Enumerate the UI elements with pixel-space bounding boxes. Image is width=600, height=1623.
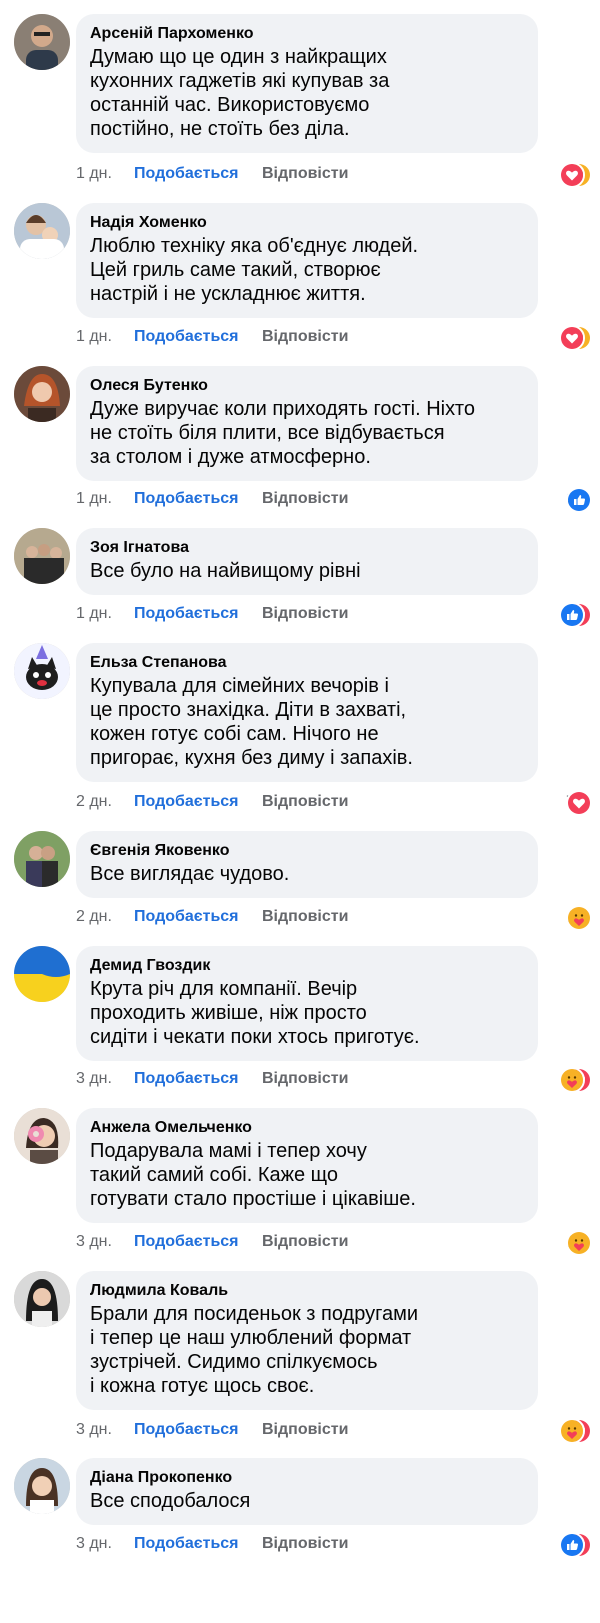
comment-bubble: Євгенія Яковенко Все виглядає чудово.: [76, 831, 538, 898]
reply-button[interactable]: Відповісти: [262, 1067, 348, 1091]
reply-button[interactable]: Відповісти: [262, 1230, 348, 1254]
comment-timestamp[interactable]: 2 дн.: [76, 905, 112, 929]
reply-button[interactable]: Відповісти: [262, 1418, 348, 1442]
care-icon: [566, 1230, 592, 1256]
comment-actions: 1 дн.ПодобаєтьсяВідповісти9: [76, 325, 592, 351]
comment-text: Все сподобалося: [90, 1490, 251, 1512]
comment-author[interactable]: Олеся Бутенко: [90, 376, 524, 395]
comment-actions: 1 дн.ПодобаєтьсяВідповісти3: [76, 602, 592, 628]
like-button[interactable]: Подобається: [134, 602, 239, 626]
reply-button[interactable]: Відповісти: [262, 905, 348, 929]
like-icon: [559, 602, 585, 628]
love-icon: [559, 162, 585, 188]
like-button[interactable]: Подобається: [134, 325, 239, 349]
comment-text: Брали для посиденьок з подругами і тепер…: [90, 1303, 419, 1397]
like-button[interactable]: Подобається: [134, 790, 239, 814]
comment-text: Купувала для сімейних вечорів і це прост…: [90, 675, 413, 769]
comment-timestamp[interactable]: 3 дн.: [76, 1532, 112, 1556]
like-button[interactable]: Подобається: [134, 487, 239, 511]
comment-bubble: Анжела Омельченко Подарувала мамі і тепер…: [76, 1108, 538, 1223]
comment-text: Дуже виручає коли приходять гості. Ніхто…: [90, 398, 475, 468]
comment-author[interactable]: Арсеній Пархоменко: [90, 24, 524, 43]
comment-bubble: Олеся Бутенко Дуже виручає коли приходять…: [76, 366, 538, 481]
like-button[interactable]: Подобається: [134, 1067, 239, 1091]
comments-feed: Арсеній Пархоменко Думаю що це один з най…: [0, 0, 600, 1623]
comment-actions: 2 дн.ПодобаєтьсяВідповісти7: [76, 790, 592, 816]
comment-timestamp[interactable]: 3 дн.: [76, 1418, 112, 1442]
avatar[interactable]: [14, 1458, 70, 1514]
comment-bubble: Ельза Степанова Купувала для сімейних веч…: [76, 643, 538, 782]
comment-bubble: Демид Гвоздик Крута річ для компанії. Веч…: [76, 946, 538, 1061]
like-button[interactable]: Подобається: [134, 162, 239, 186]
comment-actions: 3 дн.ПодобаєтьсяВідповісти5: [76, 1067, 592, 1093]
comment-bubble: Людмила Коваль Брали для посиденьок з под…: [76, 1271, 538, 1410]
comment-actions: 3 дн.ПодобаєтьсяВідповісти10: [76, 1230, 592, 1256]
like-button[interactable]: Подобається: [134, 1418, 239, 1442]
comment-actions: 3 дн.ПодобаєтьсяВідповісти9: [76, 1532, 592, 1558]
like-icon: [566, 487, 592, 513]
avatar[interactable]: [14, 366, 70, 422]
like-button[interactable]: Подобається: [134, 1532, 239, 1556]
comment-author[interactable]: Анжела Омельченко: [90, 1118, 524, 1137]
avatar[interactable]: [14, 203, 70, 259]
reply-button[interactable]: Відповісти: [262, 790, 348, 814]
comment-author[interactable]: Людмила Коваль: [90, 1281, 524, 1300]
avatar[interactable]: [14, 1108, 70, 1164]
reply-button[interactable]: Відповісти: [262, 325, 348, 349]
comment-text: Думаю що це один з найкращих кухонних га…: [90, 46, 390, 140]
comment-author[interactable]: Євгенія Яковенко: [90, 841, 524, 860]
reply-button[interactable]: Відповісти: [262, 162, 348, 186]
care-icon: [559, 1418, 585, 1444]
comment-bubble: Діана Прокопенко Все сподобалося: [76, 1458, 538, 1525]
avatar[interactable]: [14, 946, 70, 1002]
comment-text: Подарувала мамі і тепер хочу такий самий…: [90, 1140, 416, 1210]
love-icon: [559, 325, 585, 351]
avatar[interactable]: [14, 643, 70, 699]
avatar[interactable]: [14, 14, 70, 70]
care-icon: [559, 1067, 585, 1093]
comment-bubble: Зоя Ігнатова Все було на найвищому рівні: [76, 528, 538, 595]
comment-author[interactable]: Надія Хоменко: [90, 213, 524, 232]
comment-timestamp[interactable]: 1 дн.: [76, 162, 112, 186]
avatar[interactable]: [14, 831, 70, 887]
reply-button[interactable]: Відповісти: [262, 1532, 348, 1556]
comment-bubble: Арсеній Пархоменко Думаю що це один з най…: [76, 14, 538, 153]
reply-button[interactable]: Відповісти: [262, 602, 348, 626]
comment-text: Все було на найвищому рівні: [90, 560, 361, 582]
comment-actions: 1 дн.ПодобаєтьсяВідповісти2: [76, 487, 592, 513]
comment-timestamp[interactable]: 1 дн.: [76, 602, 112, 626]
comment-author[interactable]: Демид Гвоздик: [90, 956, 524, 975]
comment-text: Люблю техніку яка об'єднує людей. Цей гр…: [90, 235, 419, 305]
like-icon: [559, 1532, 585, 1558]
comment-timestamp[interactable]: 1 дн.: [76, 325, 112, 349]
comment-author[interactable]: Діана Прокопенко: [90, 1468, 524, 1487]
like-button[interactable]: Подобається: [134, 905, 239, 929]
care-icon: [566, 905, 592, 931]
comment-author[interactable]: Зоя Ігнатова: [90, 538, 524, 557]
comment-actions: 1 дн.ПодобаєтьсяВідповісти4: [76, 162, 592, 188]
comment-author[interactable]: Ельза Степанова: [90, 653, 524, 672]
comment-timestamp[interactable]: 3 дн.: [76, 1067, 112, 1091]
comment-bubble: Надія Хоменко Люблю техніку яка об'єднує …: [76, 203, 538, 318]
comment-timestamp[interactable]: 1 дн.: [76, 487, 112, 511]
like-button[interactable]: Подобається: [134, 1230, 239, 1254]
comment-timestamp[interactable]: 3 дн.: [76, 1230, 112, 1254]
reply-button[interactable]: Відповісти: [262, 487, 348, 511]
comment-text: Крута річ для компанії. Вечір проходить …: [90, 978, 420, 1048]
comment-actions: 3 дн.ПодобаєтьсяВідповісти2: [76, 1418, 592, 1444]
comment-timestamp[interactable]: 2 дн.: [76, 790, 112, 814]
love-icon: [566, 790, 592, 816]
avatar[interactable]: [14, 1271, 70, 1327]
avatar[interactable]: [14, 528, 70, 584]
comment-actions: 2 дн.ПодобаєтьсяВідповісти10: [76, 905, 592, 931]
comment-text: Все виглядає чудово.: [90, 863, 290, 885]
